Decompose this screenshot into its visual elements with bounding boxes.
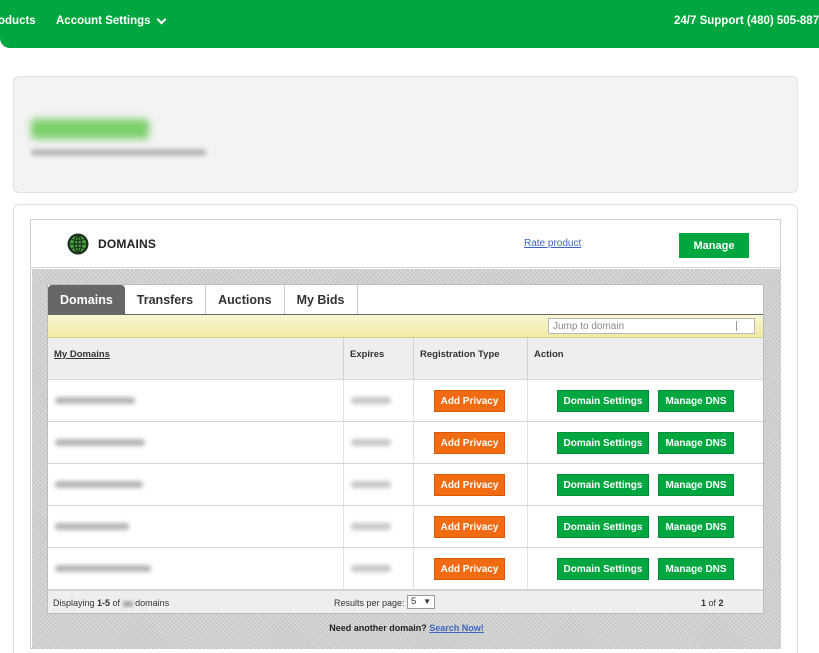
- support-phone[interactable]: 24/7 Support (480) 505-887: [674, 15, 819, 27]
- search-now-link[interactable]: Search Now!: [429, 623, 484, 633]
- results-per-page-label: Results per page:: [334, 598, 405, 608]
- table-row: Add Privacy Domain Settings Manage DNS: [48, 548, 763, 590]
- add-privacy-button[interactable]: Add Privacy: [434, 558, 505, 580]
- displaying-of: of: [110, 598, 123, 608]
- domain-name-redacted[interactable]: [55, 523, 129, 530]
- add-privacy-button[interactable]: Add Privacy: [434, 390, 505, 412]
- account-name-redacted: [31, 119, 149, 139]
- displaying-range: 1-5: [97, 598, 111, 608]
- need-another-domain: Need another domain? Search Now!: [32, 623, 781, 633]
- expires-redacted: [351, 481, 391, 488]
- domain-settings-button[interactable]: Domain Settings: [557, 558, 649, 580]
- widget-body: Domains Transfers Auctions My Bids My Do…: [32, 269, 781, 649]
- domain-name-redacted[interactable]: [55, 481, 143, 488]
- tab-my-bids[interactable]: My Bids: [284, 285, 358, 315]
- page-total[interactable]: 2: [719, 598, 724, 608]
- rate-product-link[interactable]: Rate product: [524, 238, 581, 249]
- expires-redacted: [351, 397, 391, 404]
- table-footer: Displaying 1-5 of domains Results per pa…: [48, 590, 763, 613]
- total-count-redacted: [122, 600, 133, 607]
- nav-account-settings[interactable]: Account Settings: [56, 14, 167, 27]
- dropdown-arrow-icon: ▼: [423, 597, 431, 606]
- domain-settings-button[interactable]: Domain Settings: [557, 474, 649, 496]
- manage-dns-button[interactable]: Manage DNS: [658, 432, 734, 454]
- tab-bar: Domains Transfers Auctions My Bids: [48, 285, 763, 315]
- column-expires: Expires: [344, 338, 414, 380]
- domain-settings-button[interactable]: Domain Settings: [557, 432, 649, 454]
- manage-dns-button[interactable]: Manage DNS: [658, 474, 734, 496]
- domain-settings-button[interactable]: Domain Settings: [557, 390, 649, 412]
- add-privacy-button[interactable]: Add Privacy: [434, 432, 505, 454]
- column-action: Action: [534, 349, 564, 360]
- customer-number-redacted: [31, 149, 206, 156]
- manage-button[interactable]: Manage: [679, 233, 749, 258]
- tab-transfers[interactable]: Transfers: [124, 285, 207, 315]
- domain-settings-button[interactable]: Domain Settings: [557, 516, 649, 538]
- widget-title: DOMAINS: [98, 237, 157, 251]
- add-privacy-button[interactable]: Add Privacy: [434, 474, 505, 496]
- displaying-prefix: Displaying: [53, 598, 98, 608]
- column-registration-type: Registration Type: [414, 338, 528, 380]
- manage-dns-button[interactable]: Manage DNS: [658, 390, 734, 412]
- manage-dns-button[interactable]: Manage DNS: [658, 516, 734, 538]
- top-nav-bar: oducts Account Settings 24/7 Support (48…: [0, 0, 819, 48]
- expires-redacted: [351, 523, 391, 530]
- page-of: of: [706, 598, 719, 608]
- table-header: My Domains Expires Registration Type Act…: [48, 338, 763, 380]
- column-my-domains[interactable]: My Domains: [48, 338, 344, 380]
- table-row: Add Privacy Domain Settings Manage DNS: [48, 506, 763, 548]
- pagination-status: 1 of 2: [701, 598, 724, 608]
- table-row: Add Privacy Domain Settings Manage DNS: [48, 422, 763, 464]
- chevron-down-icon: [156, 14, 167, 24]
- jump-to-domain-input[interactable]: [548, 318, 755, 334]
- add-privacy-button[interactable]: Add Privacy: [434, 516, 505, 538]
- manage-dns-button[interactable]: Manage DNS: [658, 558, 734, 580]
- domains-widget: DOMAINS Rate product Manage Domains Tran…: [30, 219, 781, 649]
- tab-auctions[interactable]: Auctions: [206, 285, 285, 315]
- table-row: Add Privacy Domain Settings Manage DNS: [48, 464, 763, 506]
- domain-name-redacted[interactable]: [55, 397, 135, 404]
- account-summary-card: [13, 76, 798, 193]
- results-per-page-select[interactable]: 5 ▼: [407, 595, 435, 609]
- nav-account-settings-label: Account Settings: [56, 15, 151, 27]
- need-another-text: Need another domain?: [329, 623, 430, 633]
- expires-redacted: [351, 439, 391, 446]
- tab-domains[interactable]: Domains: [48, 285, 125, 315]
- jump-bar: [48, 315, 763, 338]
- globe-icon: [67, 233, 89, 255]
- domain-name-redacted[interactable]: [55, 565, 151, 572]
- domains-widget-header: DOMAINS Rate product Manage: [31, 220, 780, 268]
- expires-redacted: [351, 565, 391, 572]
- nav-products-link[interactable]: oducts: [0, 15, 36, 27]
- displaying-suffix: domains: [132, 598, 170, 608]
- domain-name-redacted[interactable]: [55, 439, 145, 446]
- results-per-page-value: 5: [411, 596, 417, 607]
- displaying-count: Displaying 1-5 of domains: [53, 598, 169, 608]
- table-row: Add Privacy Domain Settings Manage DNS: [48, 380, 763, 422]
- domains-panel: Domains Transfers Auctions My Bids My Do…: [47, 284, 764, 614]
- text-caret: [736, 321, 737, 331]
